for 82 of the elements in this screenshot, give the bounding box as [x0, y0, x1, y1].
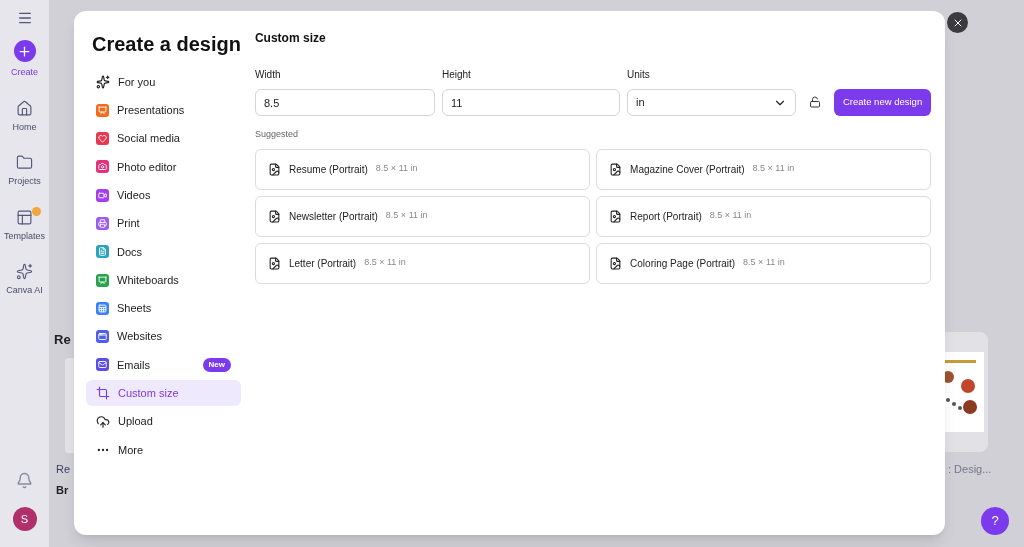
crop-icon	[96, 386, 110, 401]
suggestion-size: 8.5 × 11 in	[385, 209, 428, 223]
category-item[interactable]: Sheets	[86, 295, 241, 322]
document-icon	[96, 245, 109, 259]
printer-icon	[96, 217, 109, 230]
rail-item[interactable]: Canva AI	[0, 259, 49, 302]
category-item[interactable]: Docs	[86, 238, 241, 265]
category-item[interactable]: More	[86, 436, 241, 463]
category-item[interactable]: Photo editor	[86, 153, 241, 180]
suggestion-size: 8.5 × 11 in	[709, 209, 752, 223]
suggested-label: Suggested	[254, 128, 299, 141]
field-label: Height	[441, 68, 472, 82]
rail-item[interactable]: Create	[2, 36, 47, 84]
close-button[interactable]	[947, 12, 968, 33]
suggestion-name: Resume (Portrait)	[288, 162, 368, 177]
rail-item[interactable]: Home	[0, 95, 49, 138]
suggestion-card[interactable]: Resume (Portrait) 8.5 × 11 in	[254, 148, 591, 190]
heart-icon	[96, 132, 109, 146]
suggestion-name: Coloring Page (Portrait)	[630, 256, 736, 271]
suggestion-card[interactable]: Newsletter (Portrait) 8.5 × 11 in	[254, 195, 591, 237]
suggestion-size: 8.5 × 11 in	[743, 256, 785, 270]
upload-icon	[96, 414, 110, 429]
category-item[interactable]: Presentations	[86, 97, 241, 124]
suggestion-card[interactable]: Letter (Portrait) 8.5 × 11 in	[254, 242, 591, 284]
lock-icon[interactable]	[808, 96, 821, 108]
help-button[interactable]: ?	[981, 507, 1009, 535]
whiteboard-icon	[96, 273, 109, 287]
menu-icon[interactable]	[16, 10, 33, 26]
width-field[interactable]: 8.5	[254, 89, 435, 116]
plus-icon	[13, 40, 36, 62]
section-heading: Re	[54, 331, 71, 349]
design-title: : Desig...	[948, 462, 992, 477]
dialog-title: Create a design	[91, 32, 241, 57]
category-item[interactable]: Print	[86, 210, 241, 237]
suggestion-name: Letter (Portrait)	[288, 256, 357, 271]
category-item[interactable]: Social media	[86, 125, 241, 152]
spreadsheet-icon	[96, 301, 109, 315]
new-badge: New	[202, 357, 231, 372]
suggestion-card[interactable]: Report (Portrait) 8.5 × 11 in	[596, 195, 932, 237]
portrait-document-icon	[267, 256, 281, 270]
units-dropdown[interactable]: in	[626, 89, 796, 116]
portrait-document-icon	[609, 256, 623, 270]
avatar[interactable]: S	[12, 507, 37, 531]
layout-icon	[16, 208, 33, 226]
category-item[interactable]: Whiteboards	[86, 267, 241, 294]
presentation-icon	[96, 103, 109, 117]
suggestion-size: 8.5 × 11 in	[752, 162, 795, 176]
home-icon	[16, 99, 33, 117]
sparkles-icon	[16, 263, 33, 280]
category-item[interactable]: Websites	[86, 323, 241, 350]
category-item[interactable]: Upload	[86, 408, 241, 435]
sparkles-icon	[96, 75, 110, 89]
folder-icon	[16, 154, 33, 171]
rail-item[interactable]: Templates	[0, 204, 49, 247]
suggestion-card[interactable]: Coloring Page (Portrait) 8.5 × 11 in	[596, 242, 932, 284]
design-title: Re	[56, 462, 71, 477]
field-label: Units	[626, 68, 651, 82]
suggestion-name: Newsletter (Portrait)	[288, 209, 378, 224]
suggestion-size: 8.5 × 11 in	[364, 256, 406, 270]
portrait-document-icon	[609, 209, 623, 223]
suggestion-name: Report (Portrait)	[630, 209, 702, 224]
suggestion-name: Magazine Cover (Portrait)	[630, 162, 745, 177]
create-new-design-button[interactable]: Create new design	[833, 89, 932, 116]
camera-icon	[96, 160, 109, 174]
category-item[interactable]: Custom size	[86, 380, 241, 407]
design-subtitle: Br	[56, 483, 69, 498]
portrait-document-icon	[267, 209, 281, 223]
category-item[interactable]: Emails New	[86, 351, 241, 378]
suggestion-size: 8.5 × 11 in	[375, 162, 418, 176]
rail-item[interactable]: Projects	[0, 150, 49, 193]
mail-icon	[96, 358, 109, 372]
browser-window-icon	[96, 330, 109, 344]
portrait-document-icon	[609, 162, 623, 176]
notification-bell-icon[interactable]	[16, 472, 33, 489]
suggestion-card[interactable]: Magazine Cover (Portrait) 8.5 × 11 in	[596, 148, 932, 190]
height-field[interactable]: 11	[441, 89, 620, 116]
portrait-document-icon	[267, 162, 281, 176]
category-item[interactable]: For you	[86, 69, 241, 95]
category-item[interactable]: Videos	[86, 182, 241, 209]
field-label: Width	[254, 68, 282, 82]
video-icon	[96, 188, 109, 202]
section-title: Custom size	[254, 30, 327, 47]
